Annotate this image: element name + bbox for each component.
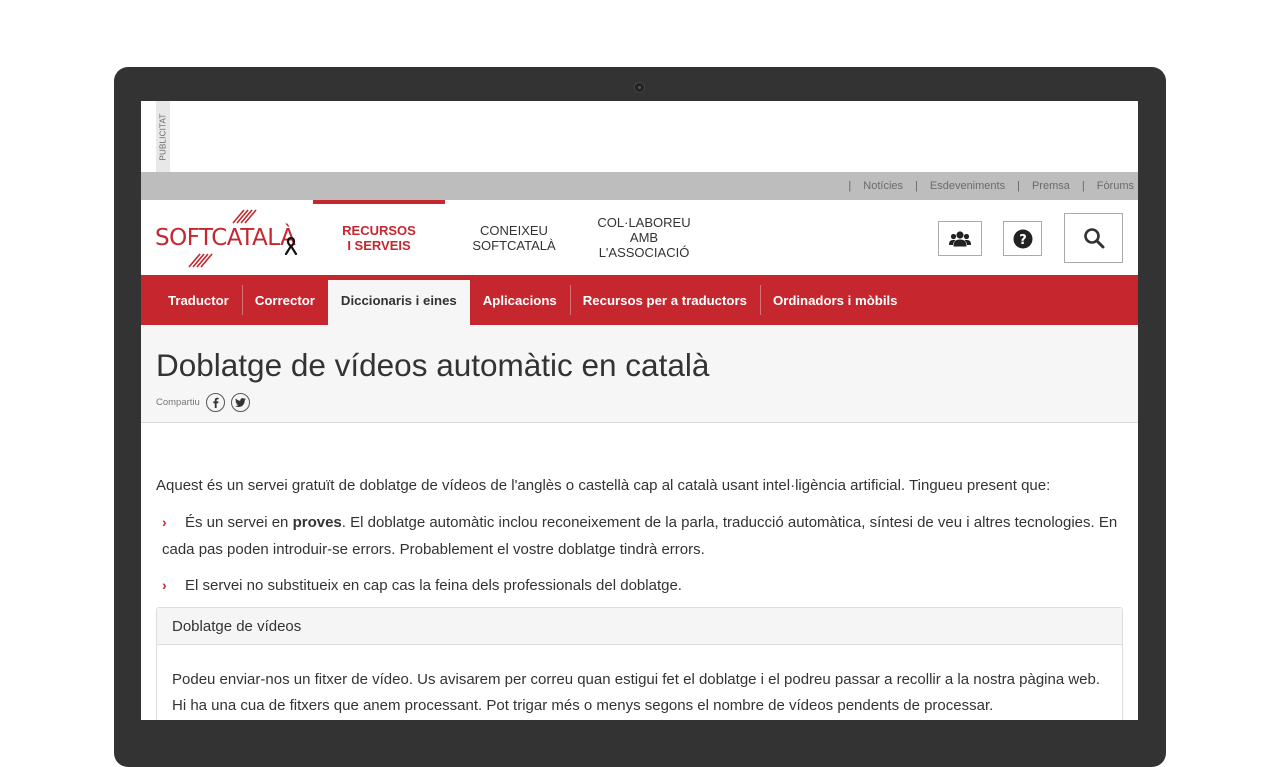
camera-icon (634, 82, 645, 93)
video-dubbing-panel: Doblatge de vídeos Podeu enviar-nos un f… (156, 607, 1123, 720)
tab-traductor[interactable]: Traductor (155, 275, 242, 325)
list-item: › El servei no substitueix en cap cas la … (162, 572, 1122, 599)
browser-screen: PUBLICITAT | Notícies | Esdeveniments | Pre… (141, 101, 1138, 720)
share-label: Compartiu (156, 397, 200, 408)
search-button[interactable] (1064, 213, 1123, 263)
logo-stripes-top-icon (232, 209, 257, 224)
tab-diccionaris-eines[interactable]: Diccionaris i eines (327, 280, 470, 325)
title-band: Doblatge de vídeos automàtic en català C… (141, 325, 1138, 423)
mainnav-coneixeu-softcatala[interactable]: CONEIXEU SOFTCATALÀ (445, 200, 583, 275)
toplink-premsa[interactable]: Premsa (1032, 180, 1070, 192)
top-links-bar: | Notícies | Esdeveniments | Premsa | Fòrums (141, 172, 1138, 200)
ad-label: PUBLICITAT (156, 101, 170, 172)
share-bar: Compartiu (156, 393, 250, 412)
ribbon-icon (284, 237, 298, 255)
tab-ordinadors-mobils[interactable]: Ordinadors i mòbils (759, 275, 911, 325)
logo-stripes-bottom-icon (188, 253, 213, 268)
help-button[interactable]: ? (1003, 221, 1042, 256)
facebook-icon (213, 397, 219, 408)
facebook-share-button[interactable] (205, 393, 225, 412)
toplink-noticies[interactable]: Notícies (863, 180, 903, 192)
main-navigation: RECURSOS I SERVEIS CONEIXEU SOFTCATALÀ C… (313, 200, 705, 275)
search-icon (1083, 228, 1104, 249)
panel-title: Doblatge de vídeos (157, 608, 1122, 645)
svg-text:?: ? (1019, 232, 1027, 247)
toplink-esdeveniments[interactable]: Esdeveniments (930, 180, 1005, 192)
question-circle-icon: ? (1013, 229, 1032, 248)
toplink-forums[interactable]: Fòrums (1097, 180, 1134, 192)
intro-text: Aquest és un servei gratuït de doblatge … (156, 477, 1051, 494)
notes-list: › És un servei en proves. El doblatge aut… (162, 509, 1122, 608)
secondary-navigation: Traductor Corrector Diccionaris i eines … (141, 275, 1138, 325)
site-header: SOFTCATALÀ RECURSOS I SERVEIS CONEIXEU S… (141, 200, 1138, 275)
users-button[interactable] (938, 221, 982, 256)
list-item: › És un servei en proves. El doblatge aut… (162, 509, 1122, 563)
tab-aplicacions[interactable]: Aplicacions (470, 275, 570, 325)
chevron-right-icon: › (162, 514, 167, 530)
tab-recursos-traductors[interactable]: Recursos per a traductors (569, 275, 760, 325)
logo-text: SOFTCATALÀ (155, 225, 296, 251)
panel-body-text: Podeu enviar-nos un fitxer de vídeo. Us … (172, 671, 1101, 714)
users-icon (949, 230, 971, 246)
softcatala-logo[interactable]: SOFTCATALÀ (155, 206, 300, 270)
tab-corrector[interactable]: Corrector (241, 275, 328, 325)
advertisement-area: PUBLICITAT (141, 101, 1138, 172)
page-title: Doblatge de vídeos automàtic en català (156, 347, 710, 383)
twitter-share-button[interactable] (230, 393, 250, 412)
mainnav-collaboreu[interactable]: COL·LABOREU AMB L'ASSOCIACIÓ (583, 200, 705, 275)
mainnav-recursos-serveis[interactable]: RECURSOS I SERVEIS (313, 200, 445, 275)
twitter-icon (234, 398, 246, 407)
chevron-right-icon: › (162, 577, 167, 593)
